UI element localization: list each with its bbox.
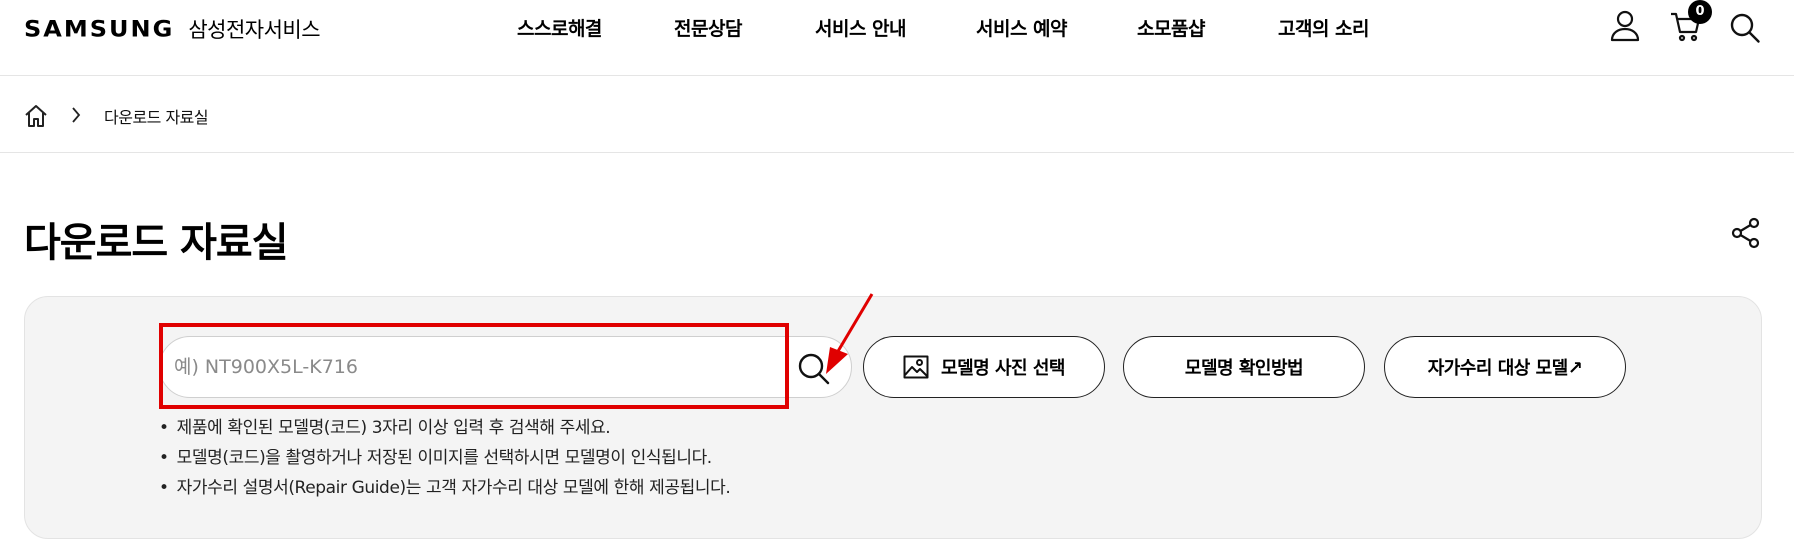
cart-count-badge: 0 [1688, 0, 1712, 24]
search-icon[interactable] [1729, 12, 1761, 44]
photo-select-button[interactable]: 모델명 사진 선택 [863, 336, 1105, 398]
brand-wordmark: SAMSUNG [24, 16, 175, 42]
list-item: 자가수리 설명서(Repair Guide)는 고객 자가수리 대상 모델에 한… [159, 473, 731, 503]
page-title: 다운로드 자료실 [24, 220, 289, 266]
search-notes: 제품에 확인된 모델명(코드) 3자리 이상 입력 후 검색해 주세요. 모델명… [159, 413, 731, 503]
breadcrumb-current: 다운로드 자료실 [104, 108, 209, 127]
user-icon[interactable] [1610, 10, 1640, 42]
nav-item-self-help[interactable]: 스스로해결 [517, 14, 602, 41]
site-header: SAMSUNG 삼성전자서비스 스스로해결 전문상담 서비스 안내 서비스 예약… [0, 0, 1794, 76]
breadcrumb: 다운로드 자료실 [0, 76, 1794, 153]
self-repair-models-button[interactable]: 자가수리 대상 모델↗ [1384, 336, 1626, 398]
cart-button[interactable]: 0 [1670, 0, 1712, 42]
model-howto-button[interactable]: 모델명 확인방법 [1123, 336, 1365, 398]
self-repair-models-label: 자가수리 대상 모델↗ [1427, 358, 1583, 379]
brand-subtitle: 삼성전자서비스 [188, 18, 321, 42]
nav-item-service-info[interactable]: 서비스 안내 [815, 14, 907, 41]
nav-item-service-booking[interactable]: 서비스 예약 [976, 14, 1068, 41]
nav-item-consult[interactable]: 전문상담 [674, 14, 742, 41]
image-icon [903, 355, 929, 379]
model-search-box [159, 336, 852, 398]
home-icon[interactable] [24, 104, 48, 132]
search-button[interactable] [796, 351, 832, 387]
search-panel: 모델명 사진 선택 모델명 확인방법 자가수리 대상 모델↗ 제품에 확인된 모… [24, 296, 1762, 539]
model-howto-label: 모델명 확인방법 [1184, 358, 1304, 379]
photo-select-label: 모델명 사진 선택 [941, 358, 1065, 379]
nav-item-parts-shop[interactable]: 소모품샵 [1137, 14, 1205, 41]
nav-item-feedback[interactable]: 고객의 소리 [1278, 14, 1370, 41]
share-icon[interactable] [1731, 217, 1761, 253]
chevron-right-icon [70, 106, 82, 128]
model-search-input[interactable] [174, 337, 784, 397]
logo[interactable]: SAMSUNG 삼성전자서비스 [24, 14, 321, 44]
list-item: 모델명(코드)을 촬영하거나 저장된 이미지를 선택하시면 모델명이 인식됩니다… [159, 443, 730, 473]
list-item: 제품에 확인된 모델명(코드) 3자리 이상 입력 후 검색해 주세요. [159, 413, 730, 443]
search-icon [798, 353, 830, 385]
